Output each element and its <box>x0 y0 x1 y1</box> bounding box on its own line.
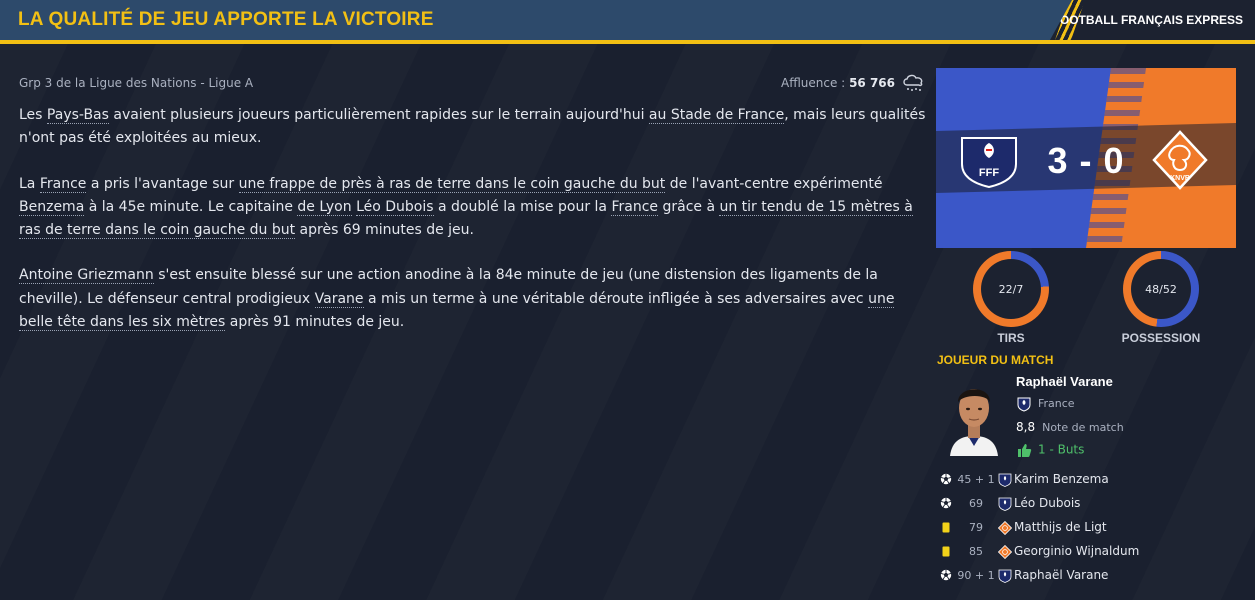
event-minute: 90 + 1 <box>957 569 995 582</box>
fff-mini-crest-icon <box>998 497 1012 511</box>
report-text: après 69 minutes de jeu. <box>295 222 474 239</box>
possession-value: 48/52 <box>1131 259 1191 319</box>
event-row: 85 Georginio Wijnaldum <box>940 541 1240 565</box>
news-source-badge: FOOTBALL FRANÇAIS EXPRESS <box>1050 0 1255 40</box>
possession-label: POSSESSION <box>1121 331 1201 345</box>
report-text: a doublé la mise pour la <box>433 198 612 215</box>
shots-label: TIRS <box>997 331 1025 345</box>
match-events: 45 + 1 Karim Benzema 69 Léo Dubois 79 Matthij… <box>940 469 1240 589</box>
player-goals: 1 - Buts <box>1016 442 1084 458</box>
event-minute: 79 <box>969 521 983 534</box>
rating-value: 8,8 <box>1016 420 1036 434</box>
report-text: de l'avant-centre expérimenté <box>665 175 883 192</box>
report-link[interactable]: Léo Dubois <box>356 198 434 216</box>
competition-link[interactable]: Grp 3 de la Ligue des Nations - Ligue A <box>19 76 253 90</box>
article-headline: LA QUALITÉ DE JEU APPORTE LA VICTOIRE <box>18 9 434 30</box>
report-text: après 91 minutes de jeu. <box>225 314 405 331</box>
report-link[interactable]: France <box>611 198 659 216</box>
player-nation: France <box>1016 396 1075 412</box>
fff-mini-crest-icon <box>998 473 1012 487</box>
attendance-value: 56 766 <box>849 76 895 90</box>
event-player-link[interactable]: Karim Benzema <box>1014 472 1109 486</box>
player-rating: 8,8 Note de match <box>1016 420 1124 434</box>
report-link[interactable]: au Stade de France <box>648 107 785 124</box>
goals-count: 1 - Buts <box>1038 442 1085 457</box>
knvb-mini-crest-icon <box>997 520 1013 536</box>
news-source-name: FOOTBALL FRANÇAIS EXPRESS <box>1052 13 1243 27</box>
attendance-label: Affluence : <box>780 76 846 90</box>
match-meta: Grp 3 de la Ligue des Nations - Ligue A … <box>19 74 925 94</box>
svg-text:KNVB: KNVB <box>1170 175 1190 182</box>
attendance: Affluence : 56 766 <box>781 76 895 90</box>
thumbs-up-icon <box>1018 444 1032 457</box>
report-text: La <box>19 175 40 192</box>
yellow-card-icon <box>940 545 952 558</box>
report-link[interactable]: Benzema <box>19 198 85 216</box>
report-paragraph-3: Antoine Griezmann s'est ensuite blessé s… <box>19 264 929 334</box>
ball-icon <box>940 497 952 510</box>
ball-icon <box>940 569 952 582</box>
player-portrait[interactable] <box>946 378 1002 456</box>
event-minute: 69 <box>969 497 983 510</box>
event-row: 45 + 1 Karim Benzema <box>940 469 1240 493</box>
report-link[interactable]: une frappe de près à ras de terre dans l… <box>238 175 666 193</box>
event-player-link[interactable]: Matthijs de Ligt <box>1014 520 1107 534</box>
shots-ring: 22/7 <box>973 251 1049 327</box>
player-name-link[interactable]: Raphaël Varane <box>1016 374 1113 389</box>
report-link[interactable]: Pays-Bas <box>46 107 109 124</box>
report-link[interactable]: Varane <box>314 290 364 308</box>
report-paragraph-2: La France a pris l'avantage sur une frap… <box>19 173 929 243</box>
svg-text:FFF: FFF <box>979 167 999 179</box>
rating-label: Note de match <box>1042 421 1124 434</box>
report-text: a pris l'avantage sur <box>86 175 239 192</box>
report-link[interactable]: de Lyon <box>297 198 352 216</box>
event-player-link[interactable]: Léo Dubois <box>1014 496 1080 510</box>
report-text: à la 45e minute. Le capitaine <box>84 198 298 215</box>
knvb-crest-icon[interactable]: KNVB <box>1152 130 1208 190</box>
final-score: 3 - 0 <box>1047 140 1125 181</box>
event-minute: 85 <box>969 545 983 558</box>
event-player-link[interactable]: Georginio Wijnaldum <box>1014 544 1139 558</box>
event-row: 90 + 1 Raphaël Varane <box>940 565 1240 589</box>
player-country: France <box>1038 397 1075 410</box>
scoreboard: FFF 3 - 0 KNVB <box>936 68 1236 248</box>
report-paragraph-1: Les Pays-Bas avaient plusieurs joueurs p… <box>19 104 929 151</box>
match-report: Les Pays-Bas avaient plusieurs joueurs p… <box>19 104 929 356</box>
event-row: 69 Léo Dubois <box>940 493 1240 517</box>
possession-ring: 48/52 <box>1123 251 1199 327</box>
ball-icon <box>940 473 952 486</box>
player-of-match-title: JOUEUR DU MATCH <box>937 353 1054 367</box>
report-text: avaient plusieurs joueurs particulièreme… <box>108 107 649 123</box>
yellow-card-icon <box>940 521 952 534</box>
knvb-mini-crest-icon <box>997 544 1013 560</box>
report-link[interactable]: France <box>39 175 87 193</box>
event-row: 79 Matthijs de Ligt <box>940 517 1240 541</box>
event-player-link[interactable]: Raphaël Varane <box>1014 568 1108 582</box>
article-header: LA QUALITÉ DE JEU APPORTE LA VICTOIRE FO… <box>0 0 1255 44</box>
report-text: a mis un terme à une véritable déroute i… <box>363 290 869 307</box>
fff-mini-crest-icon <box>998 569 1012 583</box>
fff-crest-icon[interactable]: FFF <box>958 134 1020 188</box>
report-link[interactable]: Antoine Griezmann <box>19 267 154 285</box>
shots-value: 22/7 <box>981 259 1041 319</box>
report-text: Les <box>19 107 47 123</box>
event-minute: 45 + 1 <box>957 473 995 486</box>
fff-mini-crest-icon <box>1017 397 1031 412</box>
report-text: grâce à <box>658 198 720 215</box>
rain-cloud-icon <box>903 74 923 91</box>
